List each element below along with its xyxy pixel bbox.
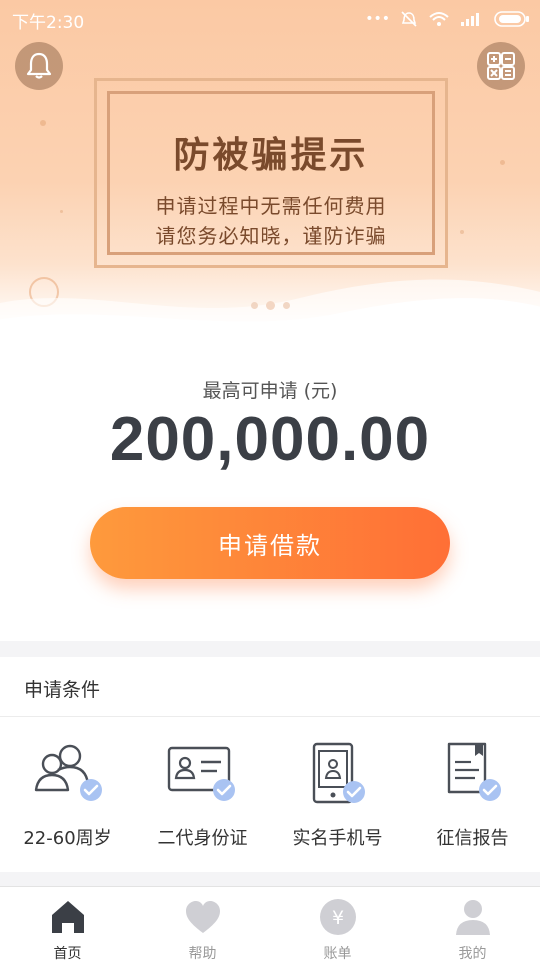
tab-label: 首页: [53, 946, 82, 960]
conditions-title: 申请条件: [24, 679, 101, 701]
status-bar: 下午2:30 •••: [0, 0, 540, 38]
heart-icon: [185, 901, 220, 933]
notification-button[interactable]: [15, 42, 63, 90]
calculator-button[interactable]: [477, 42, 525, 90]
condition-label: 二代身份证: [157, 828, 248, 849]
tab-help[interactable]: 帮助: [135, 887, 270, 960]
banner-speck: [40, 120, 46, 126]
credit-limit-label: 最高可申请 (元): [202, 380, 338, 402]
calculator-icon: [487, 52, 515, 80]
tab-label: 我的: [458, 946, 487, 960]
notice-line: 申请过程中无需任何费用: [155, 194, 387, 218]
status-time: 下午2:30: [12, 13, 85, 33]
tab-label: 账单: [323, 946, 352, 960]
apply-loan-button[interactable]: 申请借款: [90, 507, 450, 579]
more-dots-icon: •••: [365, 11, 390, 27]
bottom-tab-bar: 首页 帮助 ¥ 账单 我的: [0, 886, 540, 960]
notice-frame: 防被骗提示 申请过程中无需任何费用 请您务必知晓，谨防诈骗: [107, 91, 435, 255]
banner-speck: [60, 210, 63, 213]
yen-icon: ¥: [319, 899, 356, 935]
notice-title: 防被骗提示: [173, 134, 369, 176]
condition-id-card: 二代身份证: [135, 730, 270, 870]
phone-check-icon: [312, 742, 365, 804]
banner-speck: [500, 160, 505, 165]
carousel-dot[interactable]: [250, 302, 258, 309]
carousel-dot-active[interactable]: [265, 301, 275, 310]
home-icon: [51, 901, 84, 933]
tab-bills[interactable]: ¥ 账单: [270, 887, 405, 960]
tab-mine[interactable]: 我的: [405, 887, 540, 960]
wifi-icon: [429, 12, 449, 26]
condition-age: 22-60周岁: [0, 730, 135, 870]
id-card-check-icon: [167, 746, 235, 801]
condition-credit-report: 征信报告: [405, 730, 540, 870]
credit-limit-amount: 200,000.00: [109, 405, 431, 474]
carousel-dots: [0, 301, 540, 310]
svg-text:¥: ¥: [331, 907, 343, 929]
promo-banner[interactable]: 下午2:30 ••• 防被骗提示 申请过程中无需任何费用 请您务必知晓，谨防诈骗: [0, 0, 540, 330]
conditions-grid: 22-60周岁 二代身份证 实名手机号 征信报告: [0, 730, 540, 870]
section-divider: [0, 872, 540, 886]
tab-label: 帮助: [188, 946, 217, 960]
bell-icon: [26, 52, 52, 79]
tab-home[interactable]: 首页: [0, 887, 135, 960]
signal-icon: [461, 13, 479, 26]
user-icon: [455, 900, 490, 935]
battery-icon: [494, 11, 529, 27]
carousel-dot[interactable]: [282, 302, 290, 309]
banner-wave: [0, 279, 540, 330]
condition-label: 22-60周岁: [23, 828, 112, 849]
section-divider: [0, 641, 540, 657]
mute-icon: [401, 11, 417, 27]
banner-speck: [460, 230, 464, 234]
status-icons: •••: [365, 10, 530, 28]
report-check-icon: [447, 742, 501, 801]
conditions-divider: [0, 716, 540, 717]
notice-line: 请您务必知晓，谨防诈骗: [155, 224, 387, 248]
condition-phone: 实名手机号: [270, 730, 405, 870]
anti-fraud-notice: 防被骗提示 申请过程中无需任何费用 请您务必知晓，谨防诈骗: [94, 78, 448, 268]
condition-label: 征信报告: [436, 828, 509, 849]
users-check-icon: [34, 744, 102, 801]
condition-label: 实名手机号: [292, 828, 383, 849]
